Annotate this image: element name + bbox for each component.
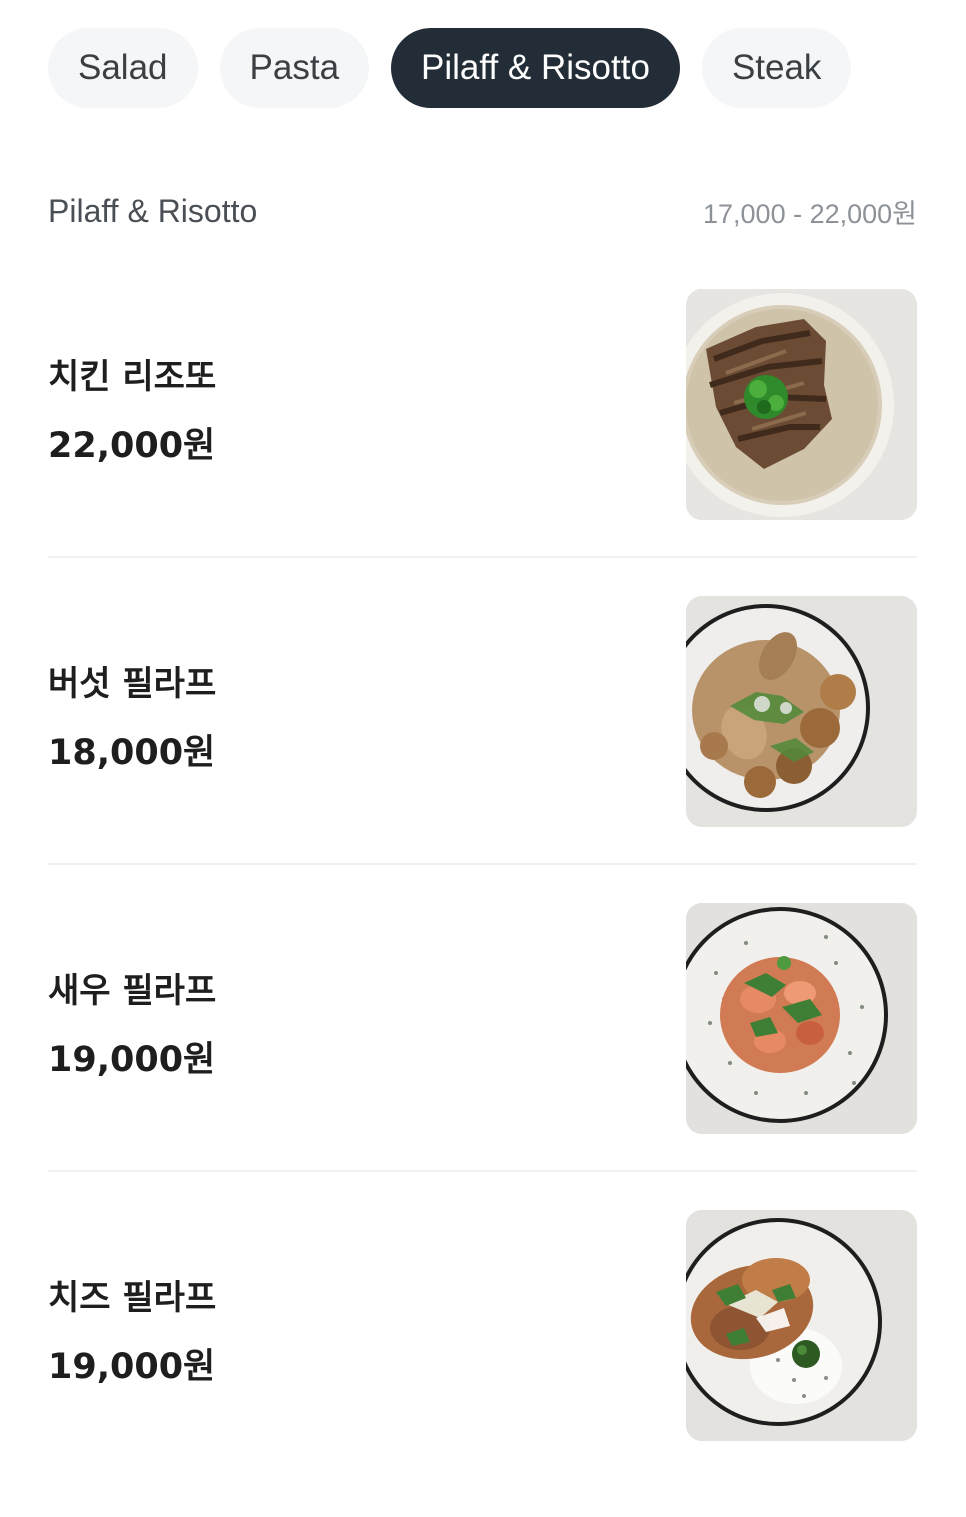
- menu-item[interactable]: 치즈 필라프 19,000원: [48, 1210, 917, 1517]
- item-divider: [48, 1170, 917, 1172]
- tab-pilaff-risotto[interactable]: Pilaff & Risotto: [391, 28, 680, 108]
- tab-salad[interactable]: Salad: [48, 28, 198, 108]
- section-price-range: 17,000 - 22,000원: [703, 198, 917, 229]
- item-price: 19,000원: [48, 1347, 216, 1387]
- section-title: Pilaff & Risotto: [48, 192, 258, 229]
- menu-item[interactable]: 버섯 필라프 18,000원: [48, 596, 917, 903]
- item-name: 치킨 리조또: [48, 357, 217, 397]
- item-name: 새우 필라프: [48, 971, 217, 1011]
- item-divider: [48, 556, 917, 558]
- section-header: Pilaff & Risotto 17,000 - 22,000원: [48, 188, 917, 234]
- menu-list: 치킨 리조또 22,000원 버섯 필라프 18,000원 새우 필라프 19,…: [48, 289, 917, 1517]
- item-price: 19,000원: [48, 1040, 216, 1080]
- menu-item[interactable]: 치킨 리조또 22,000원: [48, 289, 917, 596]
- item-price: 22,000원: [48, 426, 216, 466]
- cheese-pilaff-photo[interactable]: [686, 1210, 917, 1441]
- shrimp-pilaff-photo[interactable]: [686, 903, 917, 1134]
- mushroom-pilaff-photo[interactable]: [686, 596, 917, 827]
- item-name: 버섯 필라프: [48, 664, 217, 704]
- item-price: 18,000원: [48, 733, 216, 773]
- item-name: 치즈 필라프: [48, 1278, 217, 1318]
- tab-pasta[interactable]: Pasta: [219, 28, 370, 108]
- item-divider: [48, 863, 917, 865]
- tab-steak[interactable]: Steak: [701, 28, 852, 108]
- chicken-risotto-photo[interactable]: [686, 289, 917, 520]
- category-tabs: Salad Pasta Pilaff & Risotto Steak: [48, 28, 852, 108]
- menu-item[interactable]: 새우 필라프 19,000원: [48, 903, 917, 1210]
